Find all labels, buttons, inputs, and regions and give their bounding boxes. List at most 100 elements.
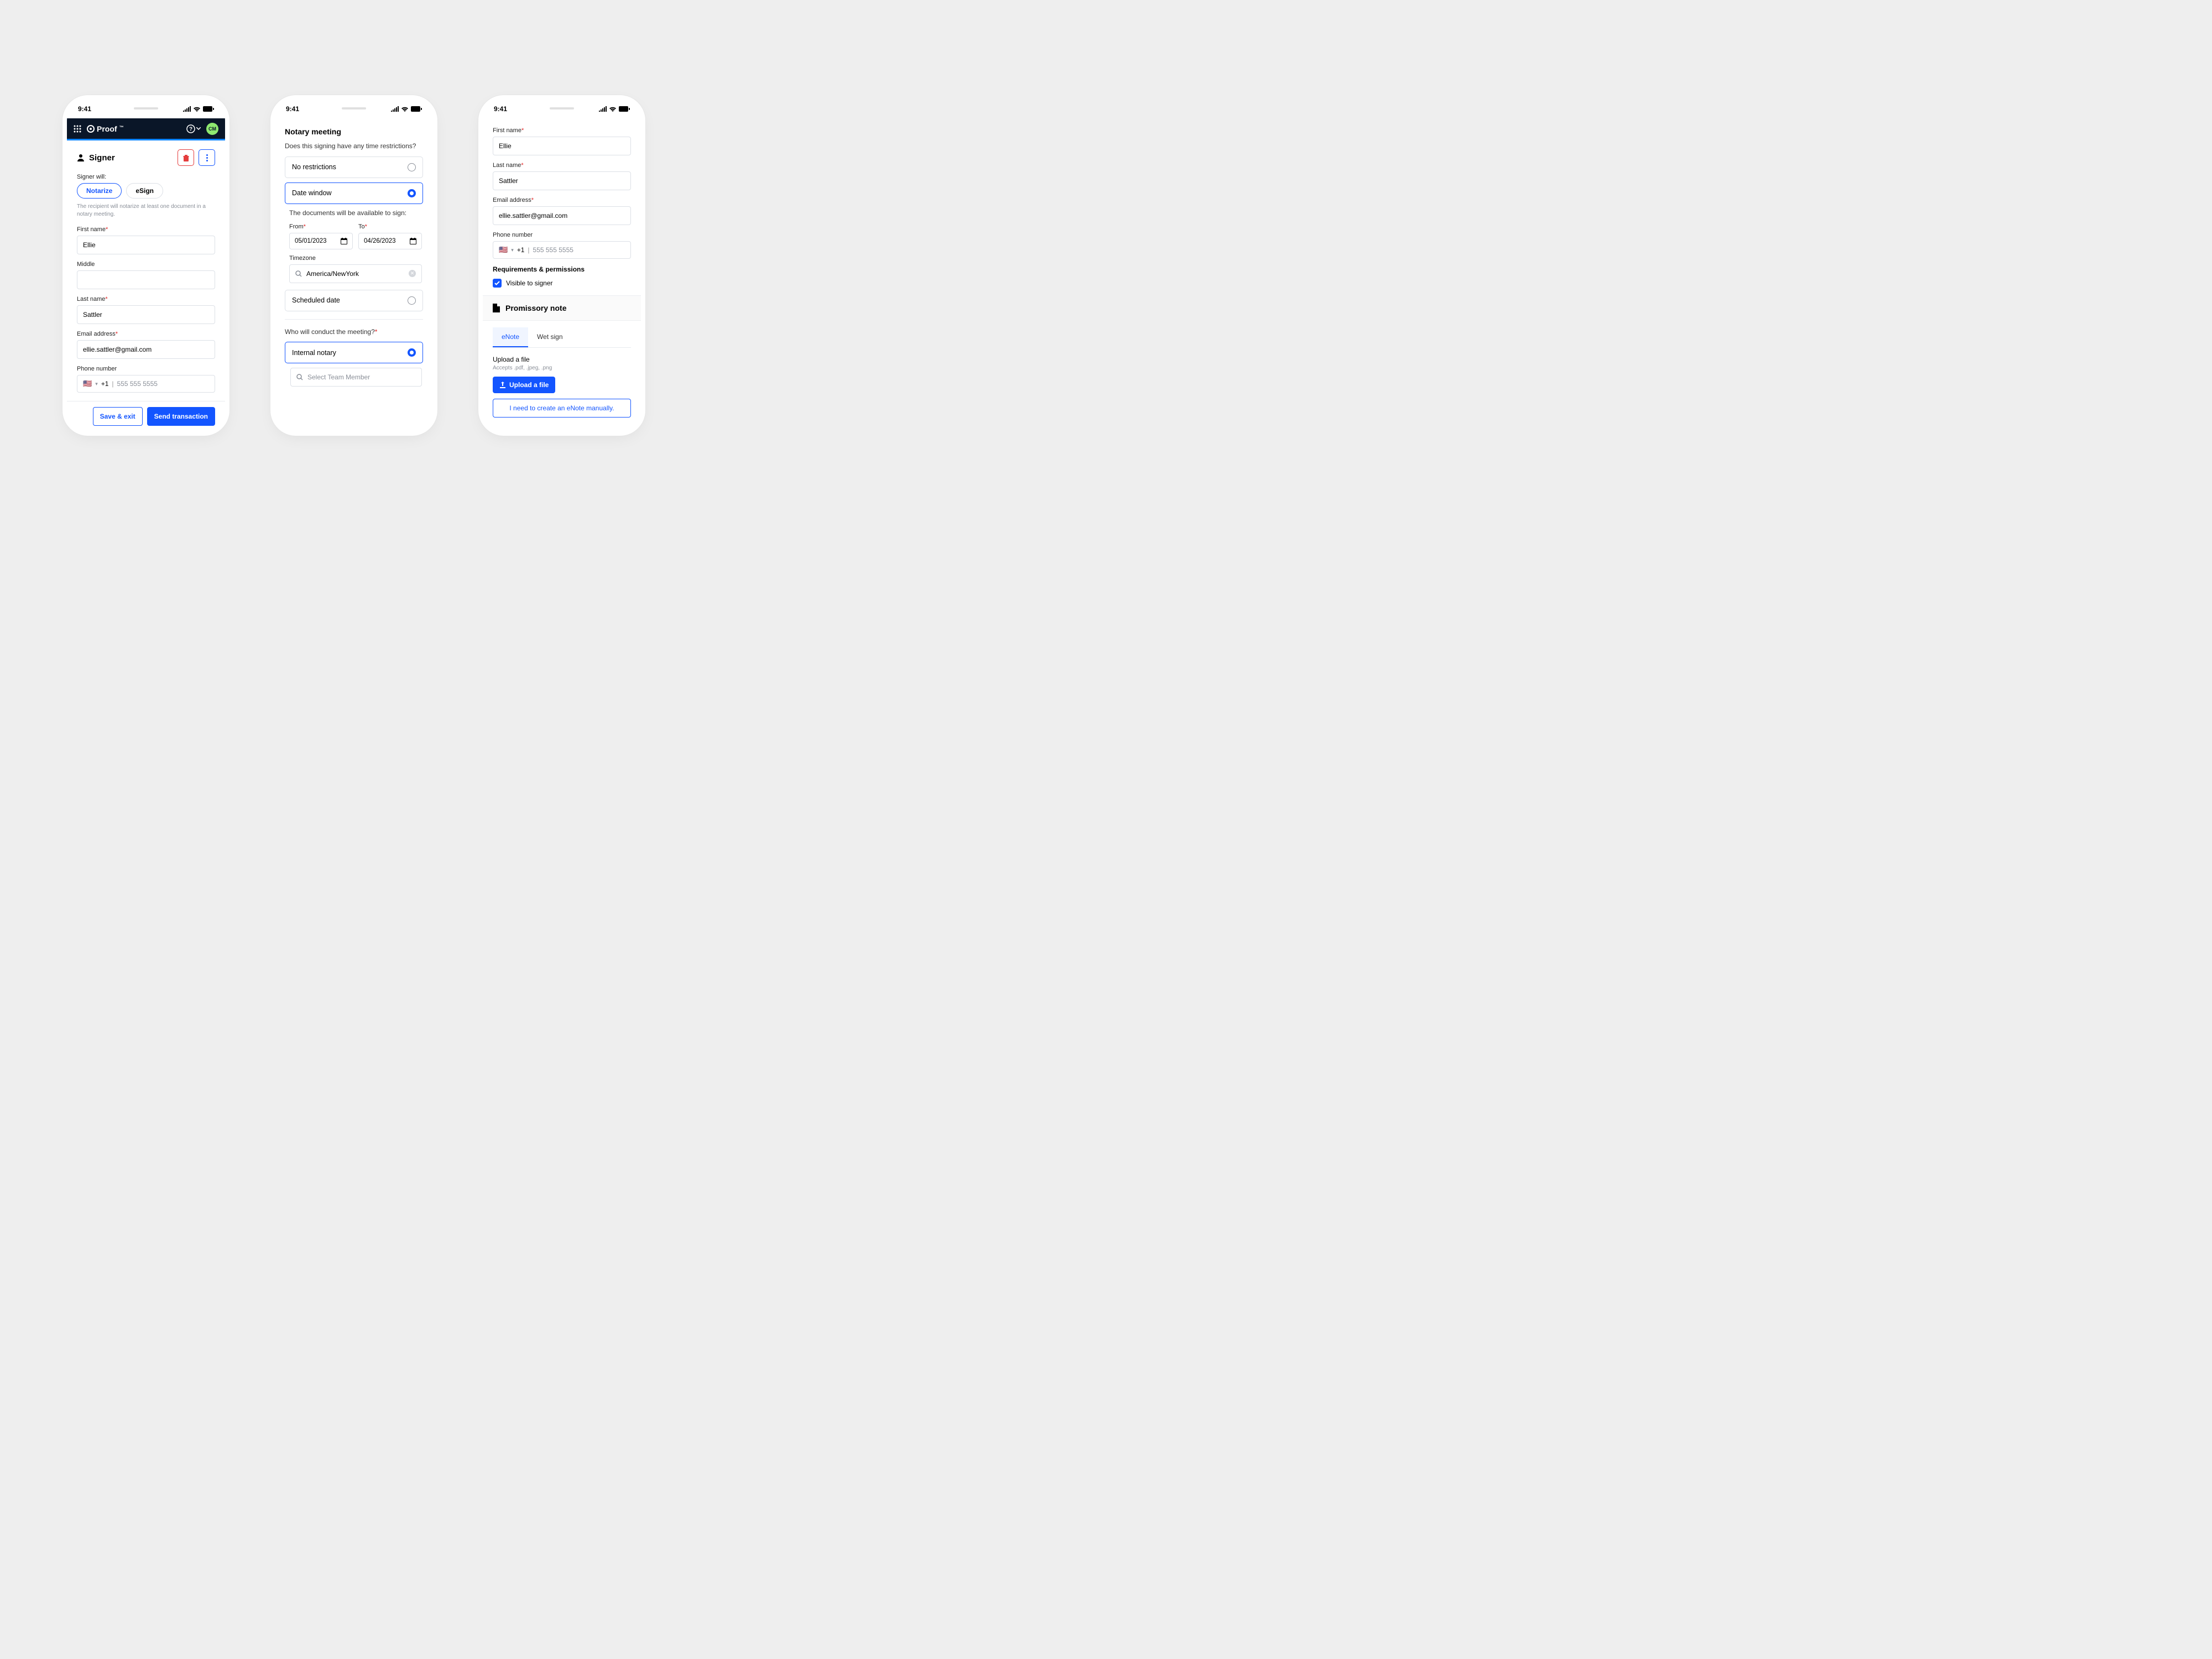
phone-label: Phone number (77, 366, 215, 372)
calendar-icon (341, 238, 347, 244)
app-grid-icon[interactable] (74, 125, 81, 133)
send-transaction-button[interactable]: Send transaction (147, 407, 215, 426)
wifi-icon (193, 106, 201, 112)
email-input[interactable] (493, 206, 631, 225)
status-time: 9:41 (494, 105, 507, 113)
battery-icon (203, 106, 214, 112)
phone-speaker (550, 107, 574, 109)
radio-selected-icon (408, 348, 416, 357)
proof-logo-icon (87, 125, 95, 133)
svg-text:?: ? (189, 126, 192, 132)
email-label: Email address* (493, 197, 631, 204)
first-name-label: First name* (77, 226, 215, 233)
flag-us-icon: 🇺🇸 (83, 379, 92, 388)
wifi-icon (401, 106, 409, 112)
status-time: 9:41 (286, 105, 299, 113)
upload-icon (499, 382, 506, 388)
visible-to-signer-row[interactable]: Visible to signer (493, 279, 631, 288)
signer-section-title: Signer (77, 153, 115, 163)
phone-label: Phone number (493, 232, 631, 238)
last-name-label: Last name* (77, 296, 215, 302)
email-input[interactable] (77, 340, 215, 359)
notarize-hint: The recipient will notarize at least one… (77, 203, 215, 218)
option-date-window[interactable]: Date window (285, 182, 423, 204)
wifi-icon (609, 106, 617, 112)
battery-icon (411, 106, 422, 112)
signal-icon (599, 106, 607, 112)
more-options-button[interactable] (199, 149, 215, 166)
brand-text: Proof (97, 124, 117, 133)
from-date-input[interactable]: 05/01/2023 (289, 233, 353, 249)
signal-icon (183, 106, 191, 112)
requirements-heading: Requirements & permissions (493, 265, 631, 273)
promissory-note-title: Promissory note (505, 304, 566, 312)
clear-icon[interactable]: ✕ (409, 270, 416, 277)
option-no-restrictions[interactable]: No restrictions (285, 156, 423, 178)
calendar-icon (410, 238, 416, 244)
user-avatar[interactable]: CM (206, 123, 218, 135)
phone-2-notary-meeting: 9:41 Notary meeting Does this signing ha… (275, 100, 433, 431)
scheduled-date-label: Scheduled date (292, 296, 340, 304)
first-name-input[interactable] (77, 236, 215, 254)
footer-bar: Save & exit Send transaction (67, 401, 225, 431)
date-window-label: Date window (292, 189, 332, 197)
from-label: From* (289, 223, 353, 230)
phone-prefix: +1 (101, 380, 109, 388)
checkbox-checked-icon (493, 279, 502, 288)
visible-to-signer-label: Visible to signer (506, 279, 553, 287)
upload-button-label: Upload a file (509, 381, 549, 389)
tab-wet-sign[interactable]: Wet sign (528, 327, 571, 347)
team-member-search[interactable]: Select Team Member (290, 368, 422, 387)
last-name-input[interactable] (493, 171, 631, 190)
search-icon (296, 374, 303, 380)
create-enote-manually-button[interactable]: I need to create an eNote manually. (493, 399, 631, 418)
radio-icon (408, 163, 416, 171)
timezone-input[interactable]: America/NewYork ✕ (289, 264, 422, 283)
first-name-input[interactable] (493, 137, 631, 155)
upload-file-button[interactable]: Upload a file (493, 377, 555, 393)
internal-notary-label: Internal notary (292, 349, 336, 357)
tab-enote[interactable]: eNote (493, 327, 528, 347)
phone-speaker (342, 107, 366, 109)
help-icon: ? (186, 124, 195, 133)
option-scheduled-date[interactable]: Scheduled date (285, 290, 423, 311)
conduct-question: Who will conduct the meeting?* (285, 327, 423, 337)
phone-3-promissory: 9:41 First name* Last name* Email addres… (483, 100, 641, 431)
phone-input[interactable]: 🇺🇸 ▾ +1 | 555 555 5555 (493, 241, 631, 259)
chevron-down-icon (196, 127, 201, 130)
notarize-option[interactable]: Notarize (77, 183, 122, 199)
team-member-placeholder: Select Team Member (307, 373, 370, 381)
tabs: eNote Wet sign (493, 327, 631, 348)
trash-icon (182, 154, 190, 161)
notary-meeting-title: Notary meeting (285, 127, 423, 136)
window-description: The documents will be available to sign: (289, 208, 422, 218)
save-exit-button[interactable]: Save & exit (93, 407, 143, 426)
middle-name-input[interactable] (77, 270, 215, 289)
to-date-input[interactable]: 04/26/2023 (358, 233, 422, 249)
phone-speaker (134, 107, 158, 109)
esign-option[interactable]: eSign (126, 183, 163, 199)
option-internal-notary[interactable]: Internal notary (285, 342, 423, 363)
document-icon (493, 304, 500, 312)
first-name-label: First name* (493, 127, 631, 134)
help-button[interactable]: ? (186, 124, 201, 133)
from-date-value: 05/01/2023 (295, 238, 327, 244)
timezone-value: America/NewYork (306, 270, 359, 278)
signal-icon (391, 106, 399, 112)
phone-placeholder: 555 555 5555 (533, 246, 573, 254)
search-icon (295, 270, 302, 277)
radio-icon (408, 296, 416, 305)
last-name-label: Last name* (493, 162, 631, 169)
signer-heading: Signer (89, 153, 115, 163)
app-header: Proof™ ? CM (67, 118, 225, 140)
phone-input[interactable]: 🇺🇸 ▾ +1 | 555 555 5555 (77, 375, 215, 393)
upload-file-hint: Accepts .pdf, .jpeg, .png (493, 365, 631, 371)
brand-logo: Proof™ (87, 124, 181, 133)
radio-selected-icon (408, 189, 416, 197)
flag-us-icon: 🇺🇸 (499, 246, 508, 254)
phone-1-signer: 9:41 Proof™ ? CM Sig (67, 100, 225, 431)
delete-signer-button[interactable] (178, 149, 194, 166)
signer-will-label: Signer will: (77, 174, 215, 180)
upload-file-label: Upload a file (493, 356, 631, 363)
last-name-input[interactable] (77, 305, 215, 324)
